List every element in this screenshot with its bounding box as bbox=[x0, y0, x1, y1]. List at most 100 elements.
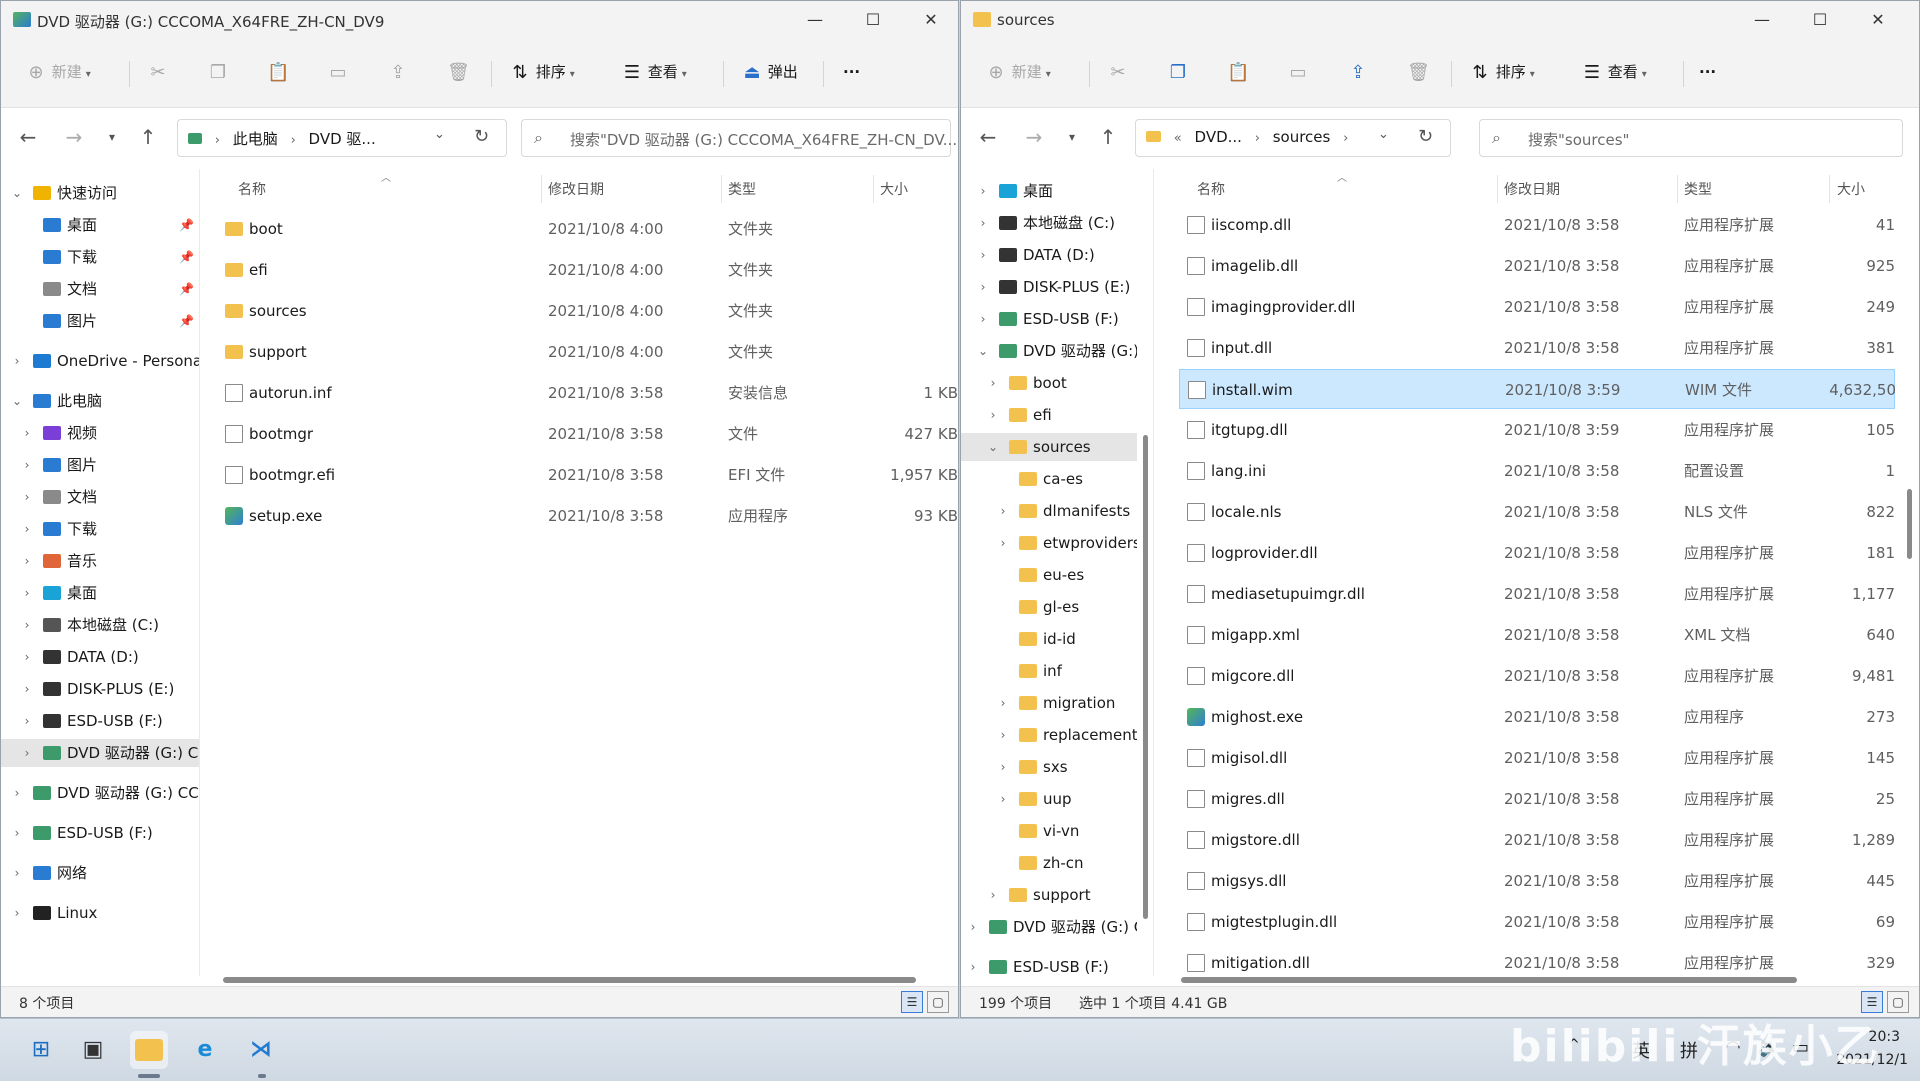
chevron-right-icon[interactable]: › bbox=[997, 785, 1009, 813]
nav-item[interactable]: ⌄ DVD 驱动器 (G:) bbox=[961, 337, 1137, 365]
nav-item[interactable]: inf bbox=[961, 657, 1137, 685]
close-button[interactable]: ✕ bbox=[902, 1, 958, 39]
sort-button[interactable]: ⇅ 排序 ▾ bbox=[509, 57, 574, 87]
edge-browser-icon[interactable]: e bbox=[186, 1031, 224, 1069]
nav-item[interactable]: › sxs bbox=[961, 753, 1137, 781]
nav-item[interactable]: 文档 📌 bbox=[1, 275, 199, 303]
copy-button[interactable]: ❐ bbox=[207, 57, 229, 87]
chevron-down-icon[interactable]: ⌄ bbox=[11, 179, 23, 207]
chevron-right-icon[interactable]: › bbox=[11, 819, 23, 847]
rename-button[interactable]: ▭ bbox=[327, 57, 349, 87]
nav-item[interactable]: › 视频 bbox=[1, 419, 199, 447]
vertical-scrollbar[interactable] bbox=[1143, 435, 1148, 919]
forward-button[interactable]: → bbox=[59, 122, 89, 152]
horizontal-scrollbar[interactable] bbox=[223, 977, 916, 983]
more-options-button[interactable]: ··· bbox=[843, 57, 860, 87]
nav-item[interactable]: 桌面 📌 bbox=[1, 211, 199, 239]
nav-item[interactable]: › DATA (D:) bbox=[961, 241, 1137, 269]
back-button[interactable]: ← bbox=[13, 122, 43, 152]
cut-button[interactable]: ✂ bbox=[1107, 57, 1129, 87]
file-explorer-icon[interactable] bbox=[130, 1031, 168, 1069]
chevron-right-icon[interactable]: › bbox=[977, 177, 989, 205]
nav-item[interactable]: › boot bbox=[961, 369, 1137, 397]
details-view-icon[interactable]: ☰ bbox=[901, 991, 923, 1013]
chevron-right-icon[interactable]: › bbox=[987, 401, 999, 429]
tiles-view-icon[interactable]: ▢ bbox=[1887, 991, 1909, 1013]
nav-item[interactable]: ⌄ 快速访问 bbox=[1, 179, 199, 207]
nav-item[interactable]: zh-cn bbox=[961, 849, 1137, 877]
nav-item[interactable]: › DISK-PLUS (E:) bbox=[1, 675, 199, 703]
horizontal-scrollbar[interactable] bbox=[1181, 977, 1797, 983]
nav-item[interactable]: › DVD 驱动器 (G:) CC bbox=[1, 739, 199, 767]
new-button[interactable]: ⊕ 新建 ▾ bbox=[25, 57, 90, 87]
file-row[interactable]: migsys.dll 2021/10/8 3:58 应用程序扩展 445 bbox=[1179, 861, 1895, 901]
vscode-icon[interactable]: ⋊ bbox=[242, 1031, 280, 1069]
chevron-right-icon[interactable]: › bbox=[21, 643, 33, 671]
nav-item[interactable]: › migration bbox=[961, 689, 1137, 717]
chevron-right-icon[interactable]: › bbox=[11, 899, 23, 927]
chevron-right-icon[interactable]: › bbox=[997, 689, 1009, 717]
file-row[interactable]: migcore.dll 2021/10/8 3:58 应用程序扩展 9,481 bbox=[1179, 656, 1895, 696]
file-row[interactable]: setup.exe 2021/10/8 3:58 应用程序 93 KB bbox=[201, 496, 958, 536]
breadcrumb-item[interactable]: DVD... bbox=[1195, 128, 1242, 146]
pin-icon[interactable]: 📌 bbox=[179, 307, 194, 335]
nav-item[interactable]: › 桌面 bbox=[961, 177, 1137, 205]
chevron-right-icon[interactable]: › bbox=[997, 753, 1009, 781]
chevron-right-icon[interactable]: › bbox=[977, 305, 989, 333]
nav-item[interactable]: gl-es bbox=[961, 593, 1137, 621]
minimize-button[interactable]: — bbox=[786, 1, 844, 39]
column-divider[interactable] bbox=[1829, 175, 1830, 203]
chevron-right-icon[interactable]: › bbox=[21, 675, 33, 703]
new-button[interactable]: ⊕ 新建 ▾ bbox=[985, 57, 1050, 87]
chevron-down-icon[interactable]: ⌄ bbox=[1378, 127, 1389, 142]
chevron-right-icon[interactable]: › bbox=[21, 579, 33, 607]
up-button[interactable]: ↑ bbox=[1093, 122, 1123, 152]
nav-item[interactable]: › efi bbox=[961, 401, 1137, 429]
file-row[interactable]: install.wim 2021/10/8 3:59 WIM 文件 4,632,50 bbox=[1179, 369, 1896, 409]
file-row[interactable]: efi 2021/10/8 4:00 文件夹 bbox=[201, 250, 958, 290]
chevron-right-icon[interactable]: › bbox=[21, 451, 33, 479]
nav-item[interactable]: › OneDrive - Persona bbox=[1, 347, 199, 375]
vertical-scrollbar[interactable] bbox=[1907, 489, 1912, 559]
file-row[interactable]: bootmgr 2021/10/8 3:58 文件 427 KB bbox=[201, 414, 958, 454]
file-row[interactable]: migtestplugin.dll 2021/10/8 3:58 应用程序扩展 69 bbox=[1179, 902, 1895, 942]
file-row[interactable]: migapp.xml 2021/10/8 3:58 XML 文档 640 bbox=[1179, 615, 1895, 655]
nav-item[interactable]: › 本地磁盘 (C:) bbox=[961, 209, 1137, 237]
nav-item[interactable]: › ESD-USB (F:) bbox=[1, 707, 199, 735]
pin-icon[interactable]: 📌 bbox=[179, 275, 194, 303]
file-row[interactable]: support 2021/10/8 4:00 文件夹 bbox=[201, 332, 958, 372]
chevron-down-icon[interactable]: ⌄ bbox=[11, 387, 23, 415]
column-divider[interactable] bbox=[1677, 175, 1678, 203]
chevron-right-icon[interactable]: › bbox=[21, 419, 33, 447]
nav-item[interactable]: 下载 📌 bbox=[1, 243, 199, 271]
file-row[interactable]: mediasetupuimgr.dll 2021/10/8 3:58 应用程序扩展 1… bbox=[1179, 574, 1895, 614]
tiles-view-icon[interactable]: ▢ bbox=[927, 991, 949, 1013]
paste-button[interactable]: 📋 bbox=[267, 57, 289, 87]
search-box[interactable]: ⌕ 搜索"sources" bbox=[1479, 119, 1903, 157]
refresh-icon[interactable]: ↻ bbox=[474, 126, 489, 147]
maximize-button[interactable]: ☐ bbox=[1791, 1, 1849, 39]
chevron-right-icon[interactable]: › bbox=[21, 739, 33, 767]
file-row[interactable]: lang.ini 2021/10/8 3:58 配置设置 1 bbox=[1179, 451, 1895, 491]
nav-item[interactable]: vi-vn bbox=[961, 817, 1137, 845]
file-row[interactable]: logprovider.dll 2021/10/8 3:58 应用程序扩展 181 bbox=[1179, 533, 1895, 573]
chevron-right-icon[interactable]: › bbox=[21, 547, 33, 575]
nav-item[interactable]: › support bbox=[961, 881, 1137, 909]
chevron-right-icon[interactable]: › bbox=[11, 859, 23, 887]
column-date[interactable]: 修改日期 bbox=[1504, 179, 1560, 199]
file-row[interactable]: migres.dll 2021/10/8 3:58 应用程序扩展 25 bbox=[1179, 779, 1895, 819]
file-row[interactable]: migstore.dll 2021/10/8 3:58 应用程序扩展 1,289 bbox=[1179, 820, 1895, 860]
chevron-right-icon[interactable]: › bbox=[967, 913, 979, 941]
file-row[interactable]: bootmgr.efi 2021/10/8 3:58 EFI 文件 1,957 KB bbox=[201, 455, 958, 495]
title-bar[interactable]: sources — ☐ ✕ bbox=[961, 1, 1919, 39]
pin-icon[interactable]: 📌 bbox=[179, 211, 194, 239]
view-button[interactable]: ☰ 查看 ▾ bbox=[621, 57, 687, 87]
file-row[interactable]: sources 2021/10/8 4:00 文件夹 bbox=[201, 291, 958, 331]
eject-button[interactable]: ⏏ 弹出 bbox=[741, 57, 797, 87]
nav-item[interactable]: › DVD 驱动器 (G:) C bbox=[961, 913, 1137, 941]
file-row[interactable]: mitigation.dll 2021/10/8 3:58 应用程序扩展 329 bbox=[1179, 943, 1895, 976]
chevron-right-icon[interactable]: › bbox=[997, 497, 1009, 525]
nav-item[interactable]: › Linux bbox=[1, 899, 199, 927]
chevron-right-icon[interactable]: › bbox=[21, 611, 33, 639]
chevron-right-icon[interactable]: › bbox=[977, 209, 989, 237]
